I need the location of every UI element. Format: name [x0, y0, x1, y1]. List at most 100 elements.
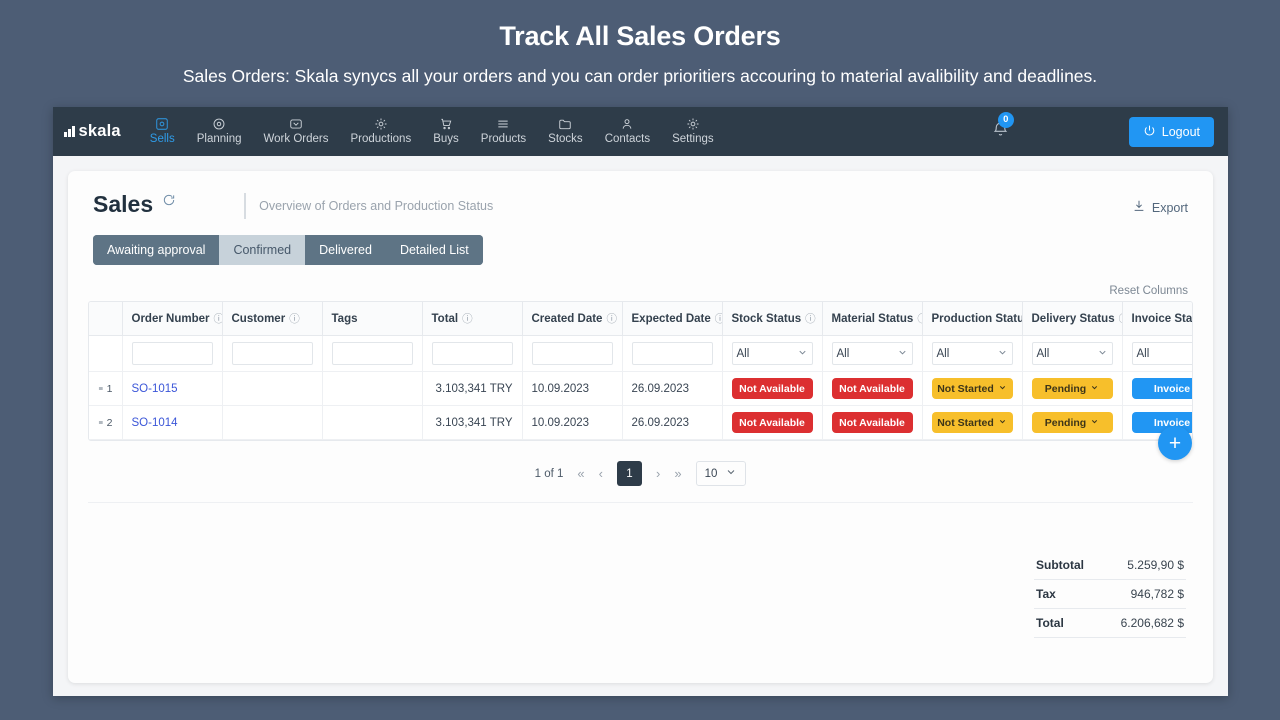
- nav-item-label: Planning: [196, 133, 242, 146]
- notifications-button[interactable]: 0: [992, 111, 1014, 143]
- total-value: 5.259,90 $: [1127, 558, 1184, 572]
- info-icon[interactable]: ⓘ: [1119, 313, 1121, 325]
- header-total[interactable]: Total ⓘ: [422, 302, 523, 336]
- contacts-icon: [620, 117, 634, 131]
- filter-input-created-date[interactable]: [531, 342, 613, 365]
- header-customer[interactable]: Customer ⓘ: [222, 302, 323, 336]
- info-icon[interactable]: ⓘ: [606, 313, 617, 325]
- tab-confirmed[interactable]: Confirmed: [219, 235, 306, 265]
- tab-detailed-list[interactable]: Detailed List: [385, 235, 483, 265]
- drag-handle-icon[interactable]: 2: [98, 417, 113, 429]
- filter-select-delivery-status[interactable]: All: [1031, 342, 1113, 365]
- current-page-button[interactable]: 1: [616, 461, 642, 486]
- cell-tags: [322, 371, 423, 406]
- table-row[interactable]: 2 SO-1014 3.103,341 TRY 10.09.2023 26.09…: [89, 405, 1192, 440]
- page-size-select[interactable]: 10: [695, 461, 747, 486]
- total-row-subtotal: Subtotal 5.259,90 $: [1034, 551, 1186, 580]
- delivery-status-badge[interactable]: Pending: [1031, 412, 1113, 433]
- nav-item-planning[interactable]: Planning: [186, 117, 253, 146]
- refresh-icon[interactable]: [162, 193, 176, 212]
- skala-logo[interactable]: skala: [64, 122, 121, 141]
- delivery-status-badge[interactable]: Pending: [1031, 378, 1113, 399]
- nav-item-label: Sells: [149, 133, 175, 146]
- info-icon[interactable]: ⓘ: [462, 313, 473, 325]
- first-page-button[interactable]: «: [577, 466, 584, 481]
- info-icon[interactable]: ⓘ: [213, 313, 221, 325]
- buys-icon: [439, 117, 453, 131]
- header-order-number[interactable]: Order Numberⓘ: [122, 302, 223, 336]
- last-page-button[interactable]: »: [674, 466, 681, 481]
- stock-status-badge[interactable]: Not Available: [731, 412, 813, 433]
- header-material-status[interactable]: Material Statusⓘ: [822, 302, 923, 336]
- info-icon[interactable]: ⓘ: [715, 313, 721, 325]
- header-delivery-status[interactable]: Delivery Status ⓘ: [1022, 302, 1123, 336]
- filter-input-total[interactable]: [431, 342, 513, 365]
- filter-select-production-status[interactable]: All: [931, 342, 1013, 365]
- order-number-link[interactable]: SO-1014: [132, 417, 178, 429]
- info-icon[interactable]: ⓘ: [917, 313, 921, 325]
- filter-input-customer[interactable]: [231, 342, 313, 365]
- production-status-label: Not Started: [937, 382, 994, 395]
- page-size-value: 10: [704, 467, 718, 480]
- nav-item-products[interactable]: Products: [470, 117, 537, 146]
- nav-item-work-orders[interactable]: Work Orders: [253, 117, 340, 146]
- nav-item-stocks[interactable]: Stocks: [537, 117, 594, 146]
- prev-page-button[interactable]: ‹: [599, 466, 603, 481]
- table-row[interactable]: 1 SO-1015 3.103,341 TRY 10.09.2023 26.09…: [89, 371, 1192, 406]
- filter-input-order-number[interactable]: [131, 342, 213, 365]
- logout-button[interactable]: Logout: [1128, 116, 1214, 147]
- filter-handle-cell: [89, 335, 123, 372]
- info-icon[interactable]: ⓘ: [805, 313, 816, 325]
- filter-select-material-status[interactable]: All: [831, 342, 913, 365]
- reset-columns-link[interactable]: Reset Columns: [68, 285, 1213, 297]
- app-window: skala Sells Planning Work Orders Product…: [53, 107, 1228, 696]
- filter-select-invoice-status[interactable]: All: [1131, 342, 1192, 365]
- nav-item-contacts[interactable]: Contacts: [594, 117, 661, 146]
- order-number-link[interactable]: SO-1015: [132, 383, 178, 395]
- export-button[interactable]: Export: [1132, 199, 1188, 216]
- filter-input-tags[interactable]: [331, 342, 413, 365]
- nav-item-settings[interactable]: Settings: [661, 117, 725, 146]
- filter-cell-created-date: [522, 335, 623, 372]
- total-label: Tax: [1036, 587, 1056, 601]
- status-tabs: Awaiting approval Confirmed Delivered De…: [93, 235, 483, 265]
- material-status-badge[interactable]: Not Available: [831, 412, 913, 433]
- header-tags[interactable]: Tags: [322, 302, 423, 336]
- header-invoice-status[interactable]: Invoice Status: [1122, 302, 1192, 336]
- tab-awaiting-approval[interactable]: Awaiting approval: [93, 235, 220, 265]
- cell-customer: [222, 405, 323, 440]
- nav-item-buys[interactable]: Buys: [422, 117, 470, 146]
- production-status-badge[interactable]: Not Started: [931, 378, 1013, 399]
- row-handle-cell[interactable]: 2: [89, 405, 123, 440]
- filter-select-stock-status[interactable]: All: [731, 342, 813, 365]
- filter-cell-total: [422, 335, 523, 372]
- header-production-status[interactable]: Production Statusⓘ: [922, 302, 1023, 336]
- production-status-badge[interactable]: Not Started: [931, 412, 1013, 433]
- info-icon[interactable]: ⓘ: [289, 313, 300, 325]
- add-order-fab[interactable]: +: [1158, 426, 1192, 460]
- chevron-down-icon: [1097, 347, 1108, 361]
- drag-handle-icon[interactable]: 1: [98, 383, 113, 395]
- header-created-date[interactable]: Created Date ⓘ: [522, 302, 623, 336]
- tab-delivered[interactable]: Delivered: [305, 235, 386, 265]
- top-navigation-bar: skala Sells Planning Work Orders Product…: [53, 107, 1228, 156]
- next-page-button[interactable]: ›: [656, 466, 660, 481]
- chevron-down-icon: [1090, 417, 1099, 429]
- planning-icon: [212, 117, 226, 131]
- nav-item-productions[interactable]: Productions: [339, 117, 422, 146]
- invoice-button[interactable]: Invoice: [1131, 378, 1192, 399]
- cell-order-number: SO-1015: [122, 371, 223, 406]
- filter-input-expected-date[interactable]: [631, 342, 713, 365]
- material-status-badge[interactable]: Not Available: [831, 378, 913, 399]
- nav-item-sells[interactable]: Sells: [139, 117, 186, 146]
- filter-cell-production-status: All: [922, 335, 1023, 372]
- header-stock-status[interactable]: Stock Status ⓘ: [722, 302, 823, 336]
- row-index: 2: [106, 416, 113, 429]
- header-label: Material Status: [831, 313, 914, 325]
- header-expected-date[interactable]: Expected Date ⓘ: [622, 302, 723, 336]
- cell-order-number: SO-1014: [122, 405, 223, 440]
- stock-status-badge[interactable]: Not Available: [731, 378, 813, 399]
- header-label: Created Date: [531, 313, 603, 325]
- total-label: Subtotal: [1036, 558, 1084, 572]
- row-handle-cell[interactable]: 1: [89, 371, 123, 406]
